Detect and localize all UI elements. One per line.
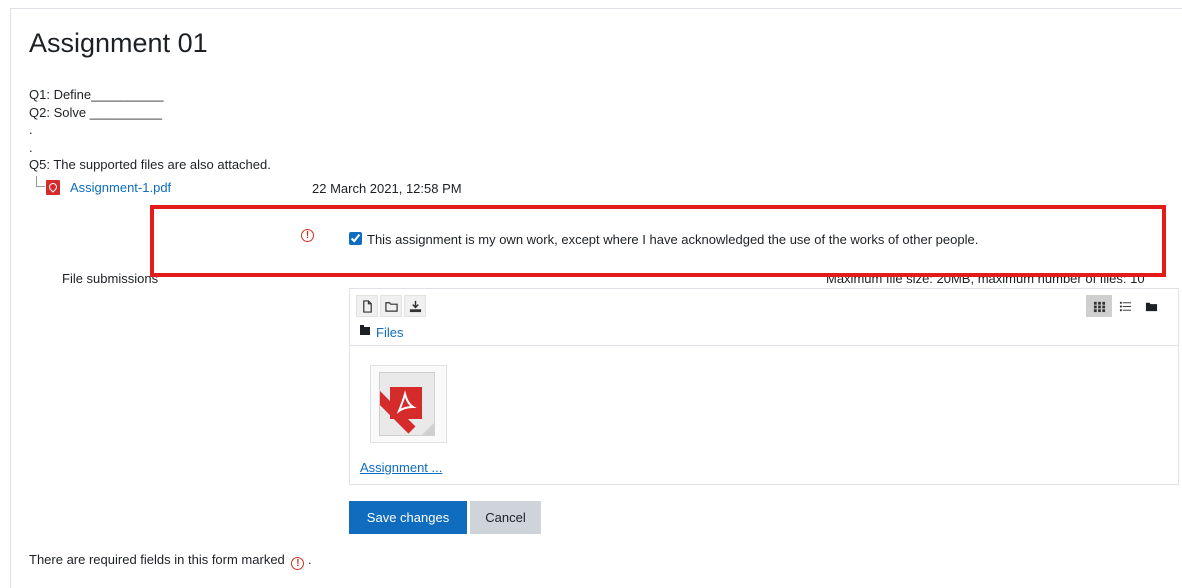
tree-view-icon (1145, 302, 1157, 311)
required-note-suffix: . (308, 552, 312, 567)
pdf-document-icon (379, 372, 435, 436)
intro-line: . (29, 122, 33, 137)
attachment-link[interactable]: Assignment-1.pdf (70, 180, 171, 195)
add-file-button[interactable] (356, 295, 378, 317)
pdf-file-icon (46, 180, 60, 195)
file-submissions-label: File submissions (62, 271, 159, 286)
create-folder-button[interactable] (380, 295, 402, 317)
intro-line: Q2: Solve __________ (29, 104, 162, 120)
intro-line: Q1: Define__________ (29, 87, 164, 102)
page-title: Assignment 01 (29, 28, 208, 58)
highlight-annotation-box (150, 205, 1166, 277)
file-thumbnail[interactable] (370, 365, 447, 443)
attachment-date: 22 March 2021, 12:58 PM (312, 181, 462, 196)
add-file-icon (362, 299, 372, 313)
list-view-button[interactable] (1112, 295, 1138, 317)
assignment-intro: Q1: Define__________ Q2: Solve _________… (29, 86, 271, 174)
list-view-icon (1119, 301, 1131, 311)
cancel-button[interactable]: Cancel (470, 501, 541, 534)
grid-view-icon (1093, 301, 1105, 312)
required-note-text: There are required fields in this form m… (29, 552, 285, 567)
file-name-link[interactable]: Assignment ... (360, 460, 442, 475)
tree-branch-icon (36, 176, 45, 187)
create-folder-icon (384, 301, 398, 312)
file-manager: Files Assignment ... (349, 288, 1179, 485)
download-all-button[interactable] (404, 295, 426, 317)
grid-view-button[interactable] (1086, 295, 1112, 317)
file-manager-toolbar: Files (350, 289, 1178, 346)
save-changes-button[interactable]: Save changes (349, 501, 467, 534)
folder-icon (360, 325, 370, 335)
tree-view-button[interactable] (1138, 295, 1164, 317)
required-fields-note: There are required fields in this form m… (29, 552, 312, 570)
attachment-row: Assignment-1.pdf 22 March 2021, 12:58 PM (29, 176, 629, 200)
intro-line: Q5: The supported files are also attache… (29, 157, 271, 172)
breadcrumb-files-link[interactable]: Files (376, 325, 403, 340)
download-icon (409, 300, 421, 312)
intro-line: . (29, 139, 33, 155)
